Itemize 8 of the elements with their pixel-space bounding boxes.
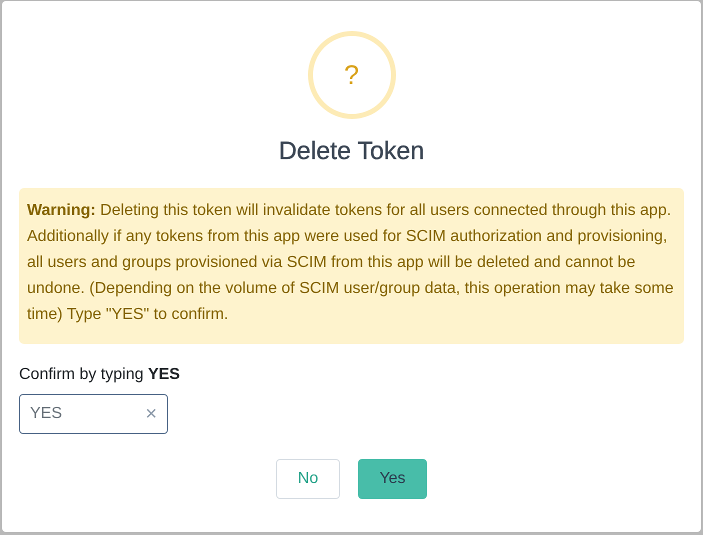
yes-button[interactable]: Yes <box>358 459 427 499</box>
clear-icon[interactable]: × <box>145 404 157 424</box>
dialog-title: Delete Token <box>278 137 424 166</box>
warning-message: Warning: Deleting this token will invalidate tokens for all users connected through this app. Additionally if any tokens from this app were used for SCIM authorization and provisioning, all users and groups provisioned via SCIM from this app will be deleted and cannot be undone. (Depending on the volume of SCIM user/group data, this operation may take some time) Type "YES" to confirm. <box>19 188 684 344</box>
confirm-input-field[interactable]: YES × <box>19 394 168 434</box>
confirm-label: Confirm by typing YES <box>19 366 180 384</box>
question-icon: ? <box>308 31 396 119</box>
no-button[interactable]: No <box>276 459 340 499</box>
